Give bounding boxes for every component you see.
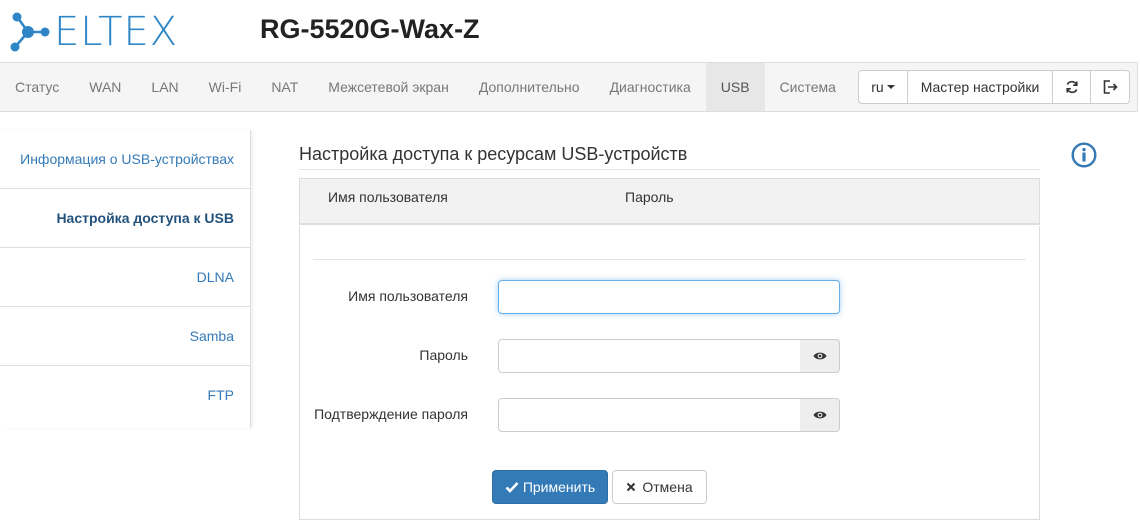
logout-icon xyxy=(1103,80,1118,94)
sidebar-item-usb-info[interactable]: Информация о USB-устройствах xyxy=(0,130,250,189)
refresh-button[interactable] xyxy=(1052,70,1091,104)
nav-item-usb[interactable]: USB xyxy=(705,63,765,111)
confirm-password-label: Подтверждение пароля xyxy=(314,406,468,422)
language-dropdown[interactable]: ru xyxy=(858,70,908,104)
sidebar-item-ftp[interactable]: FTP xyxy=(0,366,250,424)
apply-label: Применить xyxy=(522,479,596,495)
column-header-username: Имя пользователя xyxy=(328,189,448,205)
eye-icon xyxy=(813,411,826,419)
sidebar-item-dlna[interactable]: DLNA xyxy=(0,248,250,307)
nav-item-diagnostics[interactable]: Диагностика xyxy=(595,63,706,111)
show-password-button[interactable] xyxy=(800,339,840,373)
password-label: Пароль xyxy=(419,347,468,363)
eye-icon xyxy=(813,352,826,360)
eltex-logo: ELTEX xyxy=(6,10,201,54)
sidebar-item-usb-access[interactable]: Настройка доступа к USB xyxy=(0,189,250,248)
confirm-password-input[interactable] xyxy=(498,398,801,432)
setup-wizard-button[interactable]: Мастер настройки xyxy=(907,70,1053,104)
logout-button[interactable] xyxy=(1090,70,1130,104)
user-form-panel: Имя пользователя Пароль Подтверждение па… xyxy=(299,226,1040,520)
refresh-icon xyxy=(1065,80,1078,94)
language-label: ru xyxy=(871,79,884,95)
form-divider xyxy=(313,259,1026,260)
nav-item-nat[interactable]: NAT xyxy=(256,63,313,111)
show-confirm-password-button[interactable] xyxy=(800,398,840,432)
username-input[interactable] xyxy=(498,280,840,314)
top-navbar: Статус WAN LAN Wi-Fi NAT Межсетевой экра… xyxy=(0,62,1138,112)
chevron-down-icon xyxy=(886,85,895,89)
apply-button[interactable]: Применить xyxy=(492,470,608,504)
sidebar-item-samba[interactable]: Samba xyxy=(0,307,250,366)
nav-item-status[interactable]: Статус xyxy=(0,63,74,111)
password-input[interactable] xyxy=(498,339,801,373)
info-icon[interactable] xyxy=(1071,142,1097,168)
nav-item-wan[interactable]: WAN xyxy=(74,63,136,111)
close-icon xyxy=(627,482,636,492)
column-header-password: Пароль xyxy=(625,189,674,205)
check-icon xyxy=(505,482,519,493)
users-table-header: Имя пользователя Пароль xyxy=(299,178,1040,225)
page-title: Настройка доступа к ресурсам USB-устройс… xyxy=(299,144,688,164)
logo-mark-icon xyxy=(10,12,50,52)
nav-item-firewall[interactable]: Межсетевой экран xyxy=(313,63,464,111)
logo-text: ELTEX xyxy=(54,9,179,55)
nav-item-lan[interactable]: LAN xyxy=(136,63,193,111)
title-divider xyxy=(299,169,1040,170)
username-label: Имя пользователя xyxy=(348,288,468,304)
cancel-label: Отмена xyxy=(642,479,693,495)
usb-sidebar: Информация о USB-устройствах Настройка д… xyxy=(0,130,251,428)
device-model-title: RG-5520G-Wax-Z xyxy=(260,14,480,44)
nav-item-wifi[interactable]: Wi-Fi xyxy=(194,63,257,111)
cancel-button[interactable]: Отмена xyxy=(612,470,707,504)
nav-item-advanced[interactable]: Дополнительно xyxy=(464,63,595,111)
nav-item-system[interactable]: Система xyxy=(765,63,851,111)
